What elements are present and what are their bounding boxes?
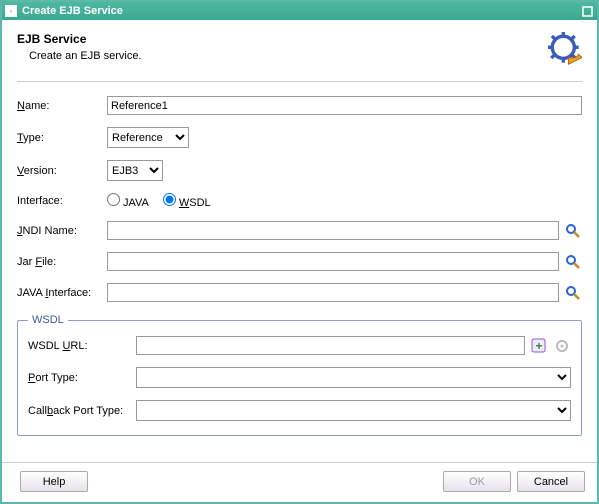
jndi-row: JNDI Name: xyxy=(17,221,582,240)
java-interface-browse-icon[interactable] xyxy=(564,284,582,302)
jndi-browse-icon[interactable] xyxy=(564,222,582,240)
port-type-row: Port Type: xyxy=(28,367,571,388)
wsdl-url-row: WSDL URL: + xyxy=(28,336,571,355)
wsdl-radio[interactable]: WSDL xyxy=(163,193,211,209)
jndi-field[interactable] xyxy=(107,221,559,240)
maximize-icon[interactable] xyxy=(580,4,594,18)
wizard-gear-icon xyxy=(548,32,582,69)
version-label: Version: xyxy=(17,165,107,177)
name-row: Name: xyxy=(17,96,582,115)
callback-port-type-label: Callback Port Type: xyxy=(28,405,136,417)
jar-browse-icon[interactable] xyxy=(564,253,582,271)
system-menu-icon[interactable]: ◦ xyxy=(5,5,17,17)
jar-row: Jar File: xyxy=(17,252,582,271)
jndi-label: JNDI Name: xyxy=(17,225,107,237)
type-label: Type: xyxy=(17,132,107,144)
interface-row: Interface: JAVA WSDL xyxy=(17,193,582,209)
java-interface-label: JAVA Interface: xyxy=(17,287,107,299)
window-title: Create EJB Service xyxy=(22,5,580,17)
wsdl-group: WSDL WSDL URL: + Port Type: Callback Por… xyxy=(17,314,582,436)
dialog-footer: Help OK Cancel xyxy=(2,462,597,502)
dialog-header: EJB Service Create an EJB service. xyxy=(17,32,582,69)
wsdl-url-field[interactable] xyxy=(136,336,525,355)
header-separator xyxy=(17,81,582,82)
java-radio[interactable]: JAVA xyxy=(107,193,149,209)
svg-text:+: + xyxy=(535,339,542,353)
cancel-button[interactable]: Cancel xyxy=(517,471,585,492)
version-select[interactable]: EJB3 xyxy=(107,160,163,181)
version-row: Version: EJB3 xyxy=(17,160,582,181)
jar-label: Jar File: xyxy=(17,256,107,268)
wsdl-url-label: WSDL URL: xyxy=(28,340,136,352)
port-type-select[interactable] xyxy=(136,367,571,388)
help-button[interactable]: Help xyxy=(20,471,88,492)
java-interface-field[interactable] xyxy=(107,283,559,302)
name-field[interactable] xyxy=(107,96,582,115)
wsdl-url-add-icon[interactable]: + xyxy=(530,337,548,355)
page-subtitle: Create an EJB service. xyxy=(29,50,548,62)
wsdl-radio-label: WSDL xyxy=(179,197,211,209)
dialog-body: EJB Service Create an EJB service. Name: xyxy=(2,20,597,462)
port-type-label: Port Type: xyxy=(28,372,136,384)
java-radio-label: JAVA xyxy=(123,197,149,209)
window-titlebar: ◦ Create EJB Service xyxy=(2,2,597,20)
callback-port-type-row: Callback Port Type: xyxy=(28,400,571,421)
wsdl-url-settings-icon[interactable] xyxy=(553,337,571,355)
type-select[interactable]: Reference xyxy=(107,127,189,148)
type-row: Type: Reference xyxy=(17,127,582,148)
page-title: EJB Service xyxy=(17,32,548,46)
name-label: Name: xyxy=(17,100,107,112)
callback-port-type-select[interactable] xyxy=(136,400,571,421)
java-interface-row: JAVA Interface: xyxy=(17,283,582,302)
jar-field[interactable] xyxy=(107,252,559,271)
ok-button: OK xyxy=(443,471,511,492)
wsdl-legend: WSDL xyxy=(28,314,68,326)
interface-label: Interface: xyxy=(17,195,107,207)
